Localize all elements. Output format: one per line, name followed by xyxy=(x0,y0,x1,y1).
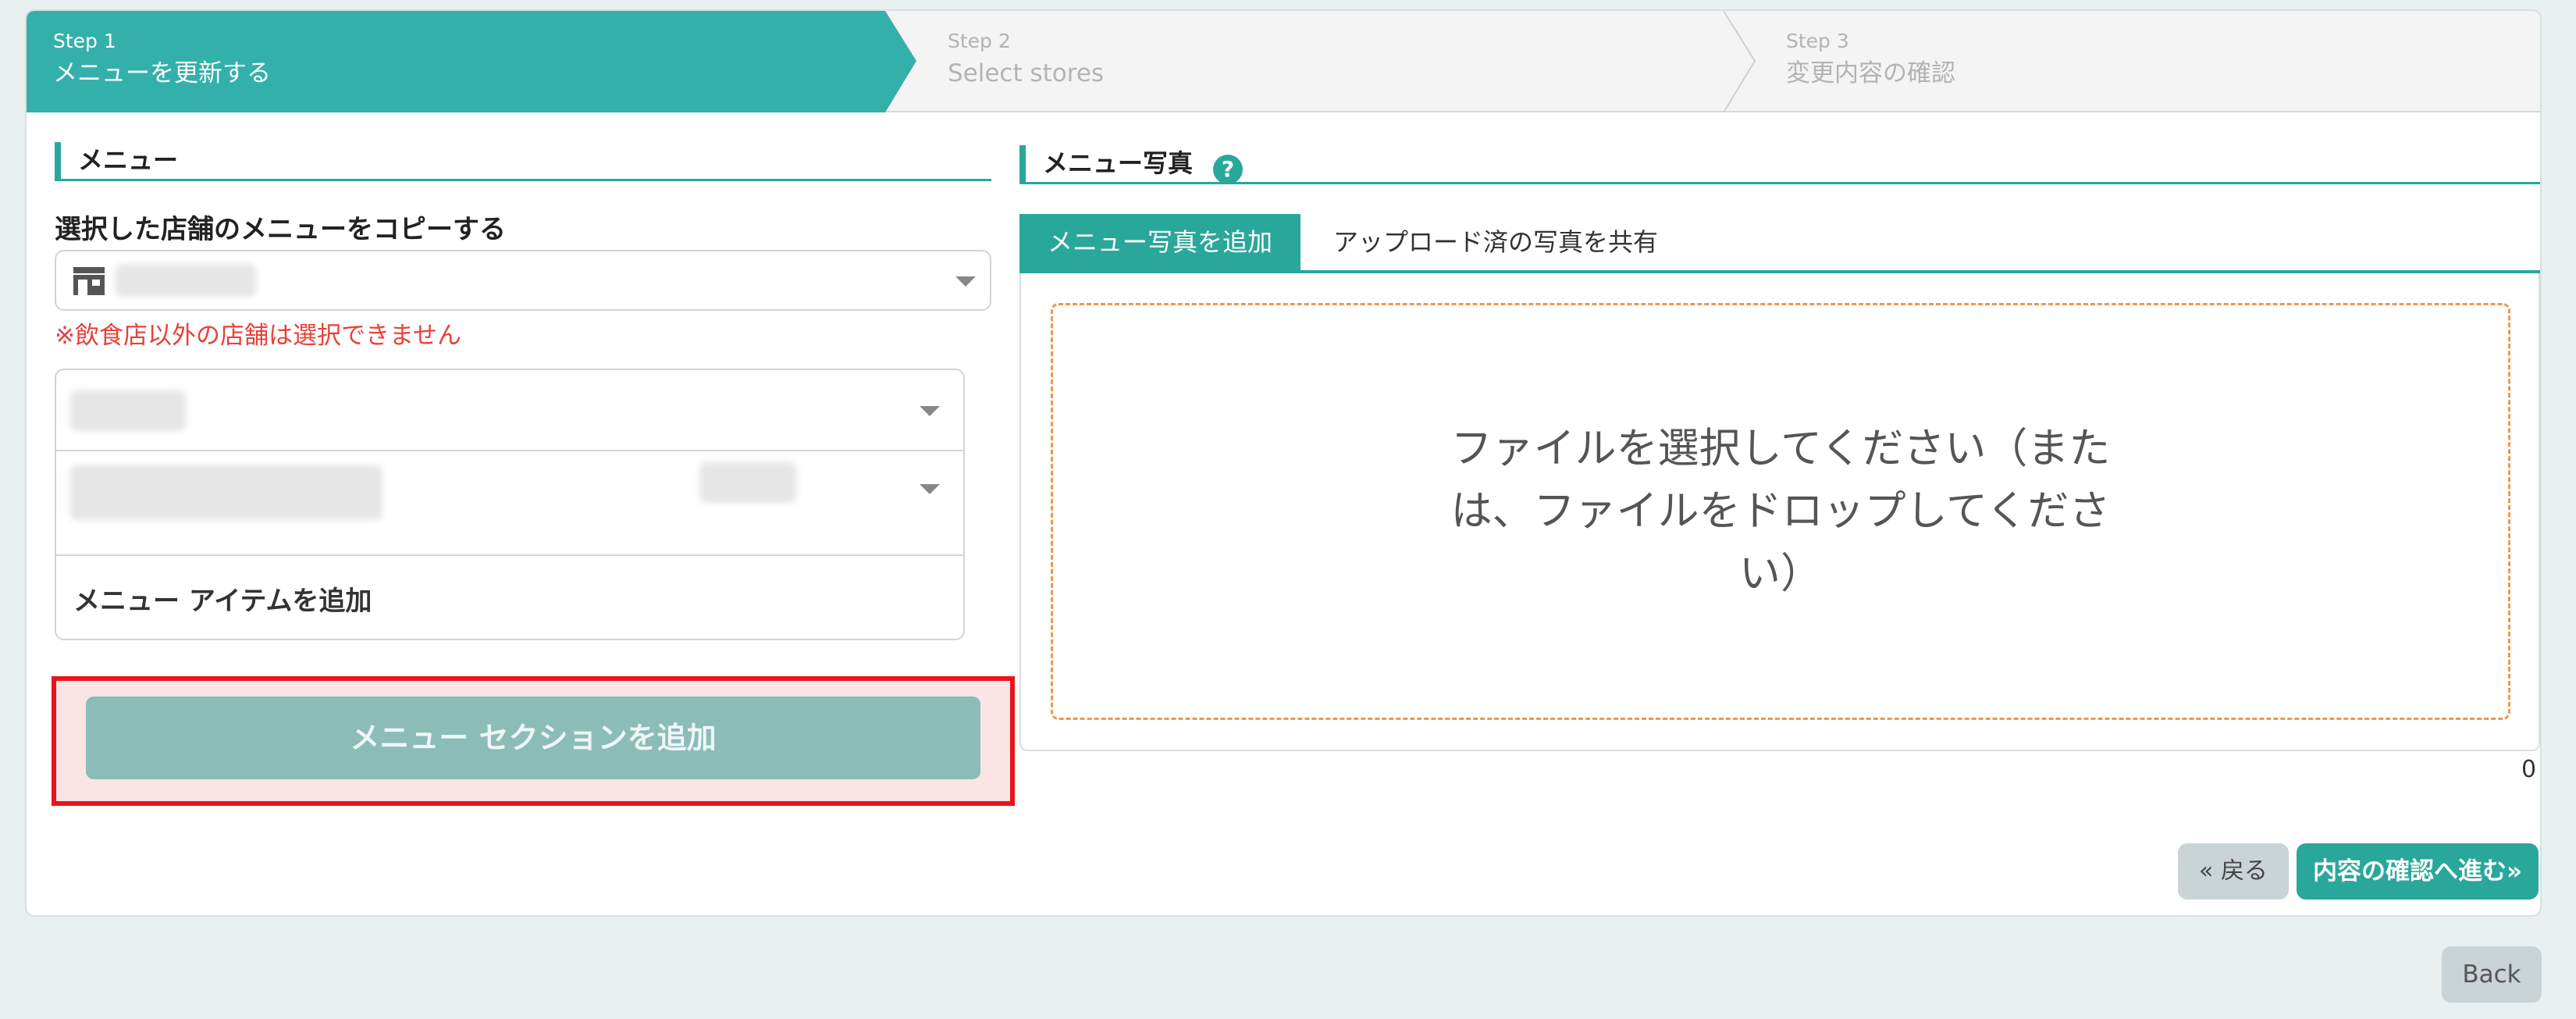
menu-items-box: メニュー アイテムを追加 xyxy=(55,369,965,640)
chevron-down-icon[interactable] xyxy=(955,276,976,287)
highlight-box: メニュー セクションを追加 xyxy=(52,676,1015,806)
copy-menu-label: 選択した店舗のメニューをコピーする xyxy=(55,214,506,245)
dropzone-text: ファイルを選択してください（または、ファイルをドロップしてください） xyxy=(1450,425,2111,597)
menu-photo-heading: メニュー写真 xyxy=(1019,145,2540,184)
tab-add-photo[interactable]: メニュー写真を追加 xyxy=(1019,214,1300,270)
next-confirm-button[interactable]: 内容の確認へ進む» xyxy=(2297,843,2539,900)
step-3-number: Step 3 xyxy=(1786,30,1849,52)
stepper: Step 1 メニューを更新する Step 2 Select stores St… xyxy=(27,11,2540,112)
tab-share-uploaded[interactable]: アップロード済の写真を共有 xyxy=(1307,214,1685,270)
store-warning: ※飲食店以外の店舗は選択できません xyxy=(55,322,462,350)
menu-item-row[interactable] xyxy=(56,451,963,556)
step-3-label: 変更内容の確認 xyxy=(1786,59,1955,87)
page-back-button[interactable]: Back xyxy=(2442,946,2542,1003)
photo-count: 0 xyxy=(2521,756,2537,783)
photo-tabs: メニュー写真を追加 アップロード済の写真を共有 xyxy=(1019,214,2540,273)
step-1-label: メニューを更新する xyxy=(53,59,271,87)
redacted-item-price xyxy=(699,462,796,503)
step-3: Step 3 変更内容の確認 xyxy=(1786,28,1955,91)
chevron-down-icon[interactable] xyxy=(920,406,940,416)
step-1: Step 1 メニューを更新する xyxy=(53,28,271,91)
menu-heading: メニュー xyxy=(55,142,991,181)
file-dropzone[interactable]: ファイルを選択してください（または、ファイルをドロップしてください） xyxy=(1051,303,2510,720)
back-button[interactable]: « 戻る xyxy=(2178,843,2289,900)
add-menu-item-link[interactable]: メニュー アイテムを追加 xyxy=(73,579,372,618)
chevron-down-icon[interactable] xyxy=(920,484,940,494)
step-2-number: Step 2 xyxy=(948,30,1011,52)
stepper-background xyxy=(27,11,1756,112)
store-select[interactable] xyxy=(55,250,991,311)
redacted-section-name xyxy=(70,390,186,431)
redacted-store-name xyxy=(116,264,256,297)
main-card: Step 1 メニューを更新する Step 2 Select stores St… xyxy=(25,9,2542,917)
menu-photo-heading-text: メニュー写真 xyxy=(1043,148,1194,178)
step-2: Step 2 Select stores xyxy=(948,28,1104,91)
help-icon[interactable]: ? xyxy=(1213,155,1243,184)
menu-section-row[interactable] xyxy=(56,370,963,451)
step-1-number: Step 1 xyxy=(53,30,116,52)
store-icon xyxy=(73,267,105,295)
redacted-item-name xyxy=(70,465,382,520)
step-2-label: Select stores xyxy=(948,59,1105,87)
upload-panel: ファイルを選択してください（または、ファイルをドロップしてください） xyxy=(1019,273,2540,751)
add-menu-section-button[interactable]: メニュー セクションを追加 xyxy=(86,697,980,779)
